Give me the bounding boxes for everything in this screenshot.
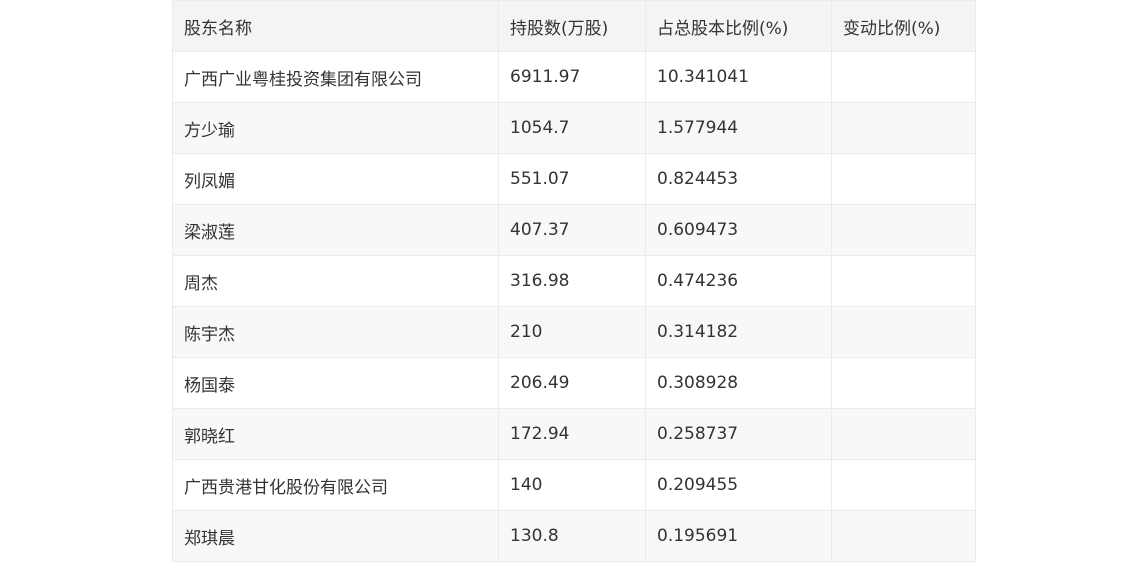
cell-shareholder-name: 方少瑜 [172, 102, 499, 154]
table-row: 方少瑜 1054.7 1.577944 [172, 102, 976, 154]
cell-change-ratio [831, 255, 976, 307]
cell-shareholder-name: 郑琪晨 [172, 510, 499, 562]
cell-share-ratio: 0.824453 [645, 153, 832, 205]
cell-shareholder-name: 郭晓红 [172, 408, 499, 460]
cell-change-ratio [831, 204, 976, 256]
cell-shares-held: 407.37 [498, 204, 646, 256]
cell-share-ratio: 0.474236 [645, 255, 832, 307]
shareholder-table-container: 股东名称 持股数(万股) 占总股本比例(%) 变动比例(%) 广西广业粤桂投资集… [172, 0, 976, 562]
cell-share-ratio: 10.341041 [645, 51, 832, 103]
cell-share-ratio: 1.577944 [645, 102, 832, 154]
cell-shares-held: 1054.7 [498, 102, 646, 154]
header-change-ratio: 变动比例(%) [831, 0, 976, 52]
cell-change-ratio [831, 153, 976, 205]
cell-shares-held: 6911.97 [498, 51, 646, 103]
table-row: 杨国泰 206.49 0.308928 [172, 357, 976, 409]
table-header: 股东名称 持股数(万股) 占总股本比例(%) 变动比例(%) [172, 0, 976, 52]
cell-change-ratio [831, 51, 976, 103]
cell-change-ratio [831, 510, 976, 562]
cell-share-ratio: 0.258737 [645, 408, 832, 460]
header-share-ratio: 占总股本比例(%) [645, 0, 832, 52]
cell-shares-held: 210 [498, 306, 646, 358]
table-row: 郑琪晨 130.8 0.195691 [172, 510, 976, 562]
header-row: 股东名称 持股数(万股) 占总股本比例(%) 变动比例(%) [172, 0, 976, 52]
cell-shareholder-name: 广西广业粤桂投资集团有限公司 [172, 51, 499, 103]
table-row: 列凤媚 551.07 0.824453 [172, 153, 976, 205]
table-row: 陈宇杰 210 0.314182 [172, 306, 976, 358]
cell-shares-held: 172.94 [498, 408, 646, 460]
cell-shareholder-name: 陈宇杰 [172, 306, 499, 358]
cell-shares-held: 316.98 [498, 255, 646, 307]
cell-share-ratio: 0.209455 [645, 459, 832, 511]
table-row: 郭晓红 172.94 0.258737 [172, 408, 976, 460]
cell-shareholder-name: 列凤媚 [172, 153, 499, 205]
cell-shares-held: 140 [498, 459, 646, 511]
cell-share-ratio: 0.308928 [645, 357, 832, 409]
cell-change-ratio [831, 306, 976, 358]
cell-share-ratio: 0.195691 [645, 510, 832, 562]
header-shares-held: 持股数(万股) [498, 0, 646, 52]
table-body: 广西广业粤桂投资集团有限公司 6911.97 10.341041 方少瑜 105… [172, 51, 976, 562]
cell-shareholder-name: 杨国泰 [172, 357, 499, 409]
cell-shareholder-name: 广西贵港甘化股份有限公司 [172, 459, 499, 511]
table-row: 梁淑莲 407.37 0.609473 [172, 204, 976, 256]
shareholder-table: 股东名称 持股数(万股) 占总股本比例(%) 变动比例(%) 广西广业粤桂投资集… [172, 0, 976, 562]
cell-shares-held: 130.8 [498, 510, 646, 562]
header-shareholder-name: 股东名称 [172, 0, 499, 52]
cell-shareholder-name: 梁淑莲 [172, 204, 499, 256]
cell-shareholder-name: 周杰 [172, 255, 499, 307]
cell-share-ratio: 0.314182 [645, 306, 832, 358]
table-row: 广西广业粤桂投资集团有限公司 6911.97 10.341041 [172, 51, 976, 103]
table-row: 广西贵港甘化股份有限公司 140 0.209455 [172, 459, 976, 511]
cell-change-ratio [831, 408, 976, 460]
table-row: 周杰 316.98 0.474236 [172, 255, 976, 307]
cell-shares-held: 551.07 [498, 153, 646, 205]
cell-shares-held: 206.49 [498, 357, 646, 409]
cell-share-ratio: 0.609473 [645, 204, 832, 256]
cell-change-ratio [831, 459, 976, 511]
cell-change-ratio [831, 102, 976, 154]
cell-change-ratio [831, 357, 976, 409]
